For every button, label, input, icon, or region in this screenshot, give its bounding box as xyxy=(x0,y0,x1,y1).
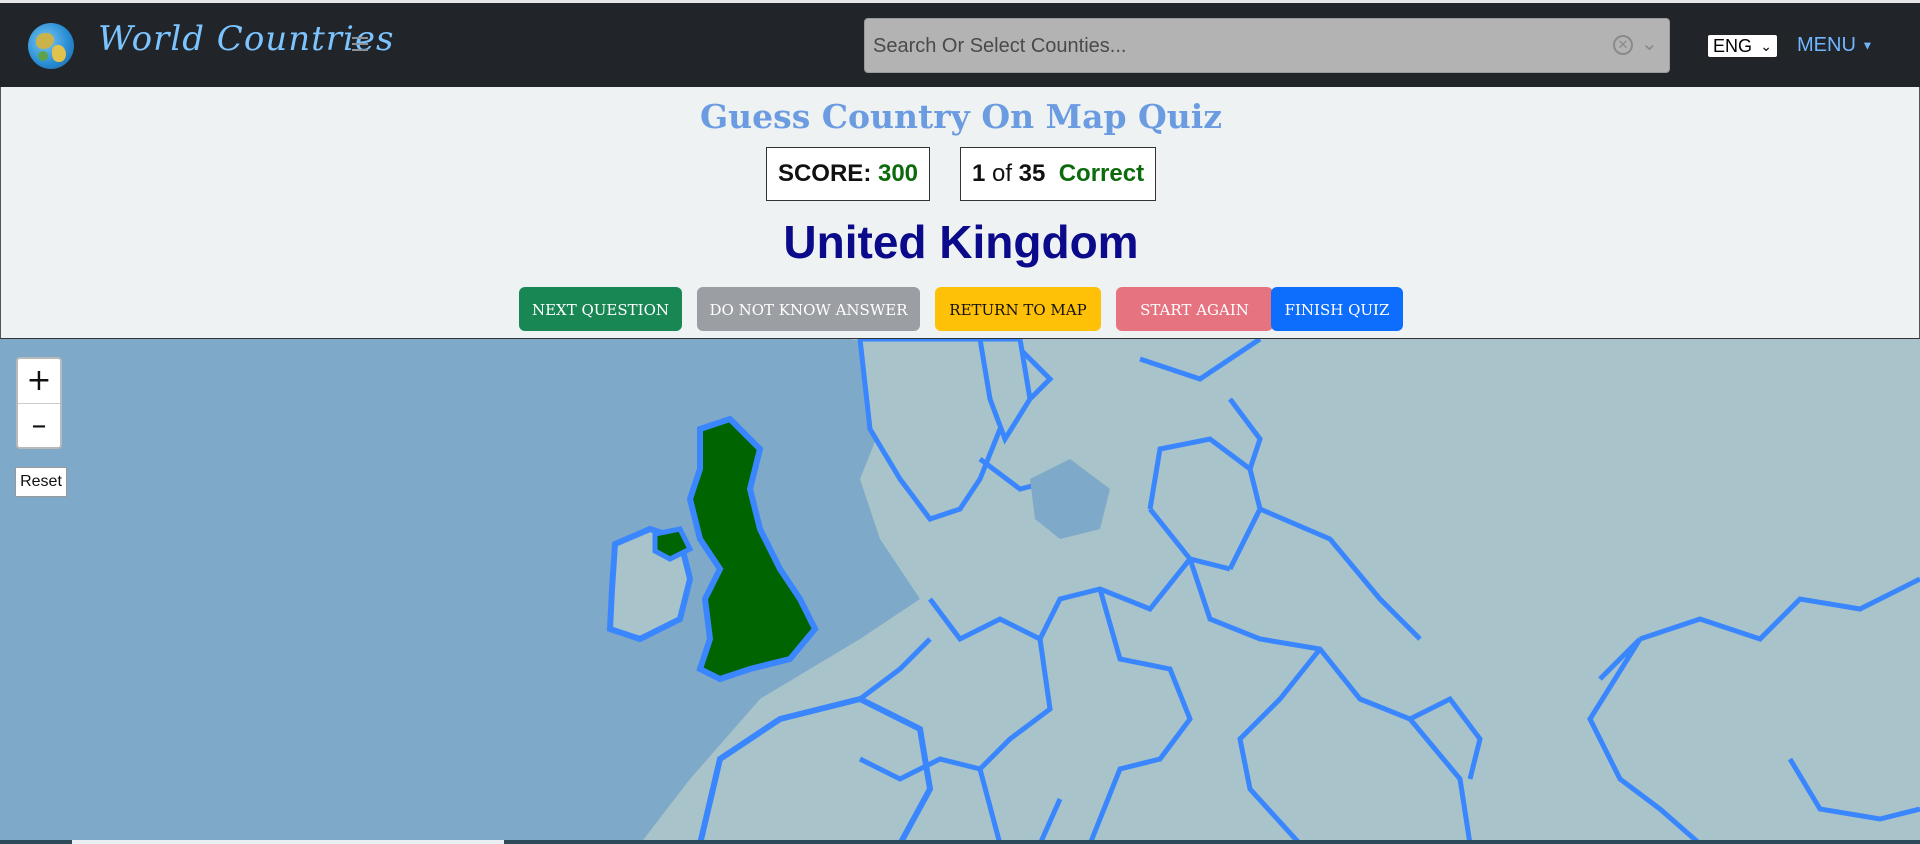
menu-dropdown[interactable]: MENU ▼ xyxy=(1797,34,1873,57)
quiz-panel: Guess Country On Map Quiz SCORE: 300 1 o… xyxy=(0,87,1920,339)
bottom-scrollbar[interactable] xyxy=(0,840,1920,844)
finish-quiz-button[interactable]: FINISH QUIZ xyxy=(1271,287,1403,331)
chevron-down-icon: ⌄ xyxy=(1760,38,1772,54)
hamburger-menu-icon[interactable] xyxy=(352,37,368,53)
menu-label: MENU xyxy=(1797,34,1856,56)
score-value: 300 xyxy=(877,160,919,187)
reset-map-button[interactable]: Reset xyxy=(15,467,67,497)
progress-status: Correct xyxy=(1058,160,1145,187)
globe-logo-icon[interactable] xyxy=(28,23,74,69)
zoom-control: + – xyxy=(16,357,62,449)
search-input[interactable] xyxy=(871,19,1575,74)
map-canvas[interactable] xyxy=(0,339,1920,844)
clear-icon[interactable]: ✕ xyxy=(1613,35,1633,55)
brand-title[interactable]: World Countries xyxy=(98,19,394,59)
zoom-in-button[interactable]: + xyxy=(18,359,60,404)
target-country-name: United Kingdom xyxy=(783,216,1139,268)
world-map[interactable]: + – Reset xyxy=(0,339,1920,844)
navbar: World Countries ✕ ⌄ ENG ⌄ MENU ▼ xyxy=(0,0,1920,87)
next-question-button[interactable]: NEXT QUESTION xyxy=(519,287,682,331)
score-label: SCORE: xyxy=(777,160,872,187)
chevron-down-icon[interactable]: ⌄ xyxy=(1641,31,1658,56)
progress-current: 1 xyxy=(971,160,986,187)
dont-know-answer-button[interactable]: DO NOT KNOW ANSWER xyxy=(697,287,920,331)
progress-total: 35 xyxy=(1018,160,1046,187)
caret-down-icon: ▼ xyxy=(1861,38,1874,53)
language-value: ENG xyxy=(1713,36,1753,56)
return-to-map-button[interactable]: RETURN TO MAP xyxy=(935,287,1101,331)
language-select[interactable]: ENG ⌄ xyxy=(1707,34,1778,58)
score-box: SCORE: 300 xyxy=(766,147,930,201)
scrollbar-thumb[interactable] xyxy=(72,840,504,844)
progress-box: 1 of 35 Correct xyxy=(960,147,1156,201)
progress-of: of xyxy=(991,160,1012,187)
quiz-title: Guess Country On Map Quiz xyxy=(699,97,1223,136)
zoom-out-button[interactable]: – xyxy=(18,404,60,448)
start-again-button[interactable]: START AGAIN xyxy=(1116,287,1273,331)
country-search-select[interactable]: ✕ ⌄ xyxy=(864,18,1670,74)
